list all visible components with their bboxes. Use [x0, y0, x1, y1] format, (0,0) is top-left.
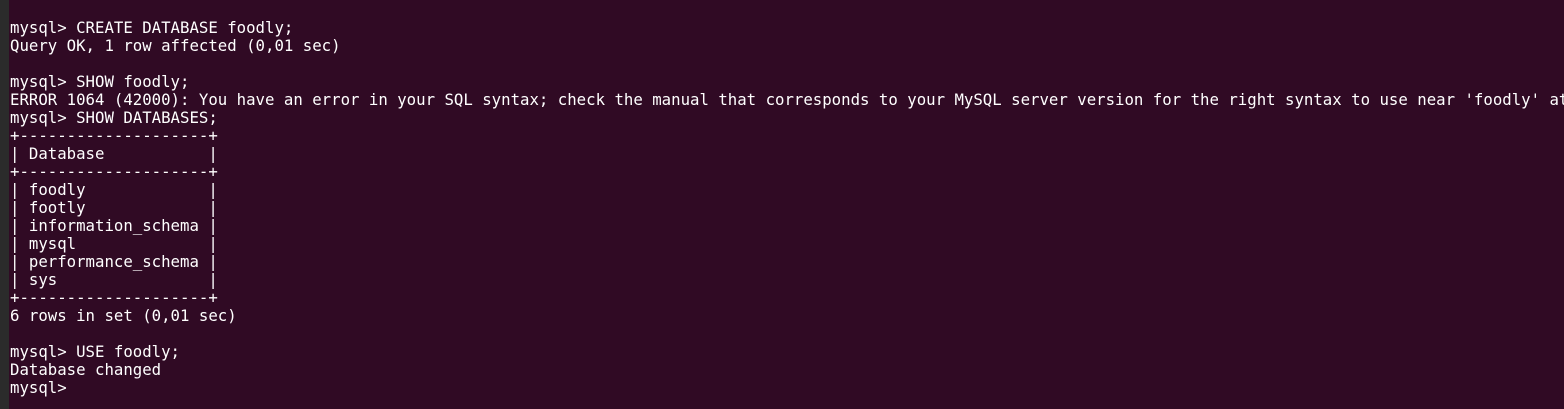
terminal-line: | sys |	[10, 270, 218, 289]
terminal-line: | Database |	[10, 144, 218, 163]
terminal-line: Database changed	[10, 360, 162, 379]
terminal-prompt: mysql>	[10, 378, 77, 397]
terminal-output[interactable]: mysql> CREATE DATABASE foodly; Query OK, …	[10, 19, 1564, 409]
terminal-line: mysql> USE foodly;	[10, 342, 181, 361]
terminal-line: | information_schema |	[10, 216, 218, 235]
terminal-line: mysql> SHOW foodly;	[10, 72, 190, 91]
terminal-line: +--------------------+	[10, 288, 218, 307]
terminal-line: | performance_schema |	[10, 252, 218, 271]
adjacent-window-edge	[0, 0, 9, 409]
terminal-line: mysql> SHOW DATABASES;	[10, 108, 218, 127]
terminal-line: 6 rows in set (0,01 sec)	[10, 306, 237, 325]
terminal-line: mysql> CREATE DATABASE foodly;	[10, 18, 294, 37]
terminal-line: | footly |	[10, 198, 218, 217]
terminal-line: | foodly |	[10, 180, 218, 199]
terminal-line: +--------------------+	[10, 162, 218, 181]
terminal-line: | mysql |	[10, 234, 218, 253]
terminal-line: ERROR 1064 (42000): You have an error in…	[10, 90, 1564, 109]
terminal-line: +--------------------+	[10, 126, 218, 145]
terminal-line: Query OK, 1 row affected (0,01 sec)	[10, 36, 341, 55]
